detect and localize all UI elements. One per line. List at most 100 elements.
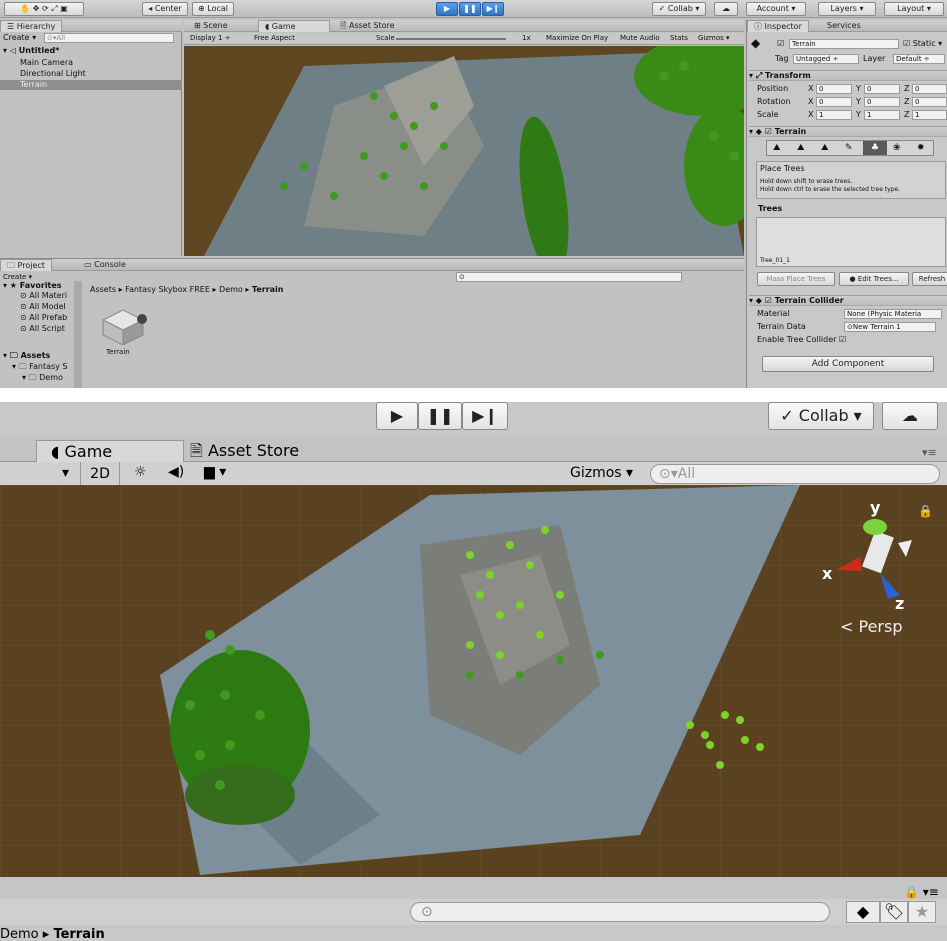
static-toggle[interactable]: ☑ Static ▾ [903, 39, 942, 49]
account-dropdown[interactable]: Account ▾ [746, 2, 806, 16]
transform-tools[interactable]: ✋ ✥ ⟳ ⤢ ▣ [4, 2, 84, 16]
crumb-demo-large[interactable]: Demo [0, 927, 39, 941]
hierarchy-search[interactable]: ⊙▾All [44, 33, 174, 43]
step-button-large[interactable]: ▶❙ [462, 402, 508, 430]
fav-all-materials[interactable]: ⊙ All Materi [20, 291, 67, 301]
pause-button[interactable]: ❚❚ [459, 2, 481, 16]
position-z[interactable]: 0 [912, 84, 947, 94]
layer-dropdown[interactable]: Default ÷ [893, 54, 945, 64]
crumb-terrain[interactable]: Terrain [252, 285, 284, 294]
object-name-field[interactable]: Terrain [789, 39, 899, 49]
play-button-large[interactable]: ▶ [376, 402, 418, 430]
rotation-x[interactable]: 0 [816, 97, 852, 107]
favorite-star-icon[interactable]: ★ [908, 901, 936, 923]
filter-type-icon[interactable]: ◆ [846, 901, 880, 923]
gizmos-dropdown[interactable]: Gizmos ▾ [698, 33, 730, 44]
scene-search-input[interactable]: ⊙▾All [650, 464, 940, 484]
stats-toggle[interactable]: Stats [670, 33, 688, 44]
gizmos-dropdown-large[interactable]: Gizmos ▾ [570, 465, 633, 481]
paint-texture-icon[interactable]: ✎ [845, 141, 853, 155]
mute-audio-toggle[interactable]: Mute Audio [620, 33, 660, 44]
lock-icon[interactable]: 🔒 [918, 504, 933, 518]
smooth-height-icon[interactable]: ⛰ [821, 141, 829, 155]
paint-height-icon[interactable]: ⛰ [797, 141, 805, 155]
tab-console[interactable]: ▭ Console [78, 259, 132, 271]
scene-view-large[interactable]: y x z 🔒 < Persp [0, 485, 947, 877]
assets-folder[interactable]: ▾ 🗀 Assets [3, 351, 50, 361]
hierarchy-item-terrain[interactable]: Terrain [0, 80, 182, 90]
folder-fantasy[interactable]: ▾ 🗀 Fantasy S [12, 362, 68, 372]
hand-tool-icon[interactable]: ✋ [20, 4, 30, 13]
scale-x[interactable]: 1 [816, 110, 852, 120]
material-field[interactable]: None (Physic Materia [844, 309, 942, 319]
project-search-input[interactable]: ⊙ [410, 902, 830, 922]
display-select[interactable]: Display 1 ÷ [190, 33, 231, 44]
filter-label-icon[interactable]: 🏷 [880, 901, 908, 923]
fav-all-models[interactable]: ⊙ All Model [20, 302, 66, 312]
layout-dropdown[interactable]: Layout ▾ [884, 2, 944, 16]
project-search[interactable]: ⊙ [456, 272, 682, 282]
fav-all-scripts[interactable]: ⊙ All Script [20, 324, 65, 334]
tab-project[interactable]: 🗀 Project [0, 259, 52, 271]
collab-button[interactable]: ✓ Collab ▾ [652, 2, 706, 16]
transform-header[interactable]: ▾ ⤢ Transform [749, 70, 947, 81]
favorites-folder[interactable]: ▾ ★ Favorites [3, 281, 62, 291]
play-button[interactable]: ▶ [436, 2, 458, 16]
collab-button-large[interactable]: ✓ Collab ▾ [768, 402, 874, 430]
crumb-terrain-large[interactable]: Terrain [53, 927, 104, 941]
scale-tool-icon[interactable]: ⤢ [51, 4, 57, 13]
tab-inspector[interactable]: ⓘ Inspector [747, 20, 809, 32]
position-y[interactable]: 0 [864, 84, 900, 94]
hierarchy-create[interactable]: Create ▾ [3, 33, 36, 43]
pivot-center-button[interactable]: ◂ Center [142, 2, 188, 16]
tree-list[interactable]: Tree_01_1 [756, 217, 946, 267]
refresh-button[interactable]: Refresh [912, 272, 947, 286]
audio-toggle-icon[interactable]: ◀) [168, 464, 184, 480]
tree-item[interactable]: Tree_01_1 [760, 256, 790, 266]
move-tool-icon[interactable]: ✥ [33, 4, 40, 13]
cloud-button[interactable]: ☁ [714, 2, 738, 16]
hierarchy-item-main-camera[interactable]: Main Camera [20, 58, 73, 68]
rotate-tool-icon[interactable]: ⟳ [42, 4, 49, 13]
panel-menu-icon[interactable]: ▾≡ [922, 446, 937, 459]
crumb-fantasy[interactable]: Fantasy Skybox FREE [125, 285, 210, 294]
tab-game-large[interactable]: ◖ Game [36, 440, 184, 462]
tab-scene[interactable]: ⊞ Scene [188, 20, 234, 32]
place-trees-icon[interactable]: ♣ [863, 141, 887, 155]
aspect-select[interactable]: Free Aspect [254, 33, 295, 44]
lighting-toggle-icon[interactable]: ☼ [134, 464, 147, 480]
layers-dropdown[interactable]: Layers ▾ [818, 2, 876, 16]
folder-demo[interactable]: ▾ 🗀 Demo [22, 373, 63, 383]
step-button[interactable]: ▶❙ [482, 2, 504, 16]
cloud-button-large[interactable]: ☁ [882, 402, 938, 430]
pivot-local-button[interactable]: ⊕ Local [192, 2, 234, 16]
tab-asset-store-large[interactable]: 🗎 Asset Store [190, 440, 299, 462]
lock-icon[interactable]: 🔒 ▾≡ [904, 885, 939, 899]
tab-services[interactable]: Services [821, 20, 867, 32]
paint-details-icon[interactable]: ❀ [893, 141, 901, 155]
persp-label[interactable]: < Persp [840, 617, 903, 636]
draw-mode-dropdown[interactable]: ▾ [62, 465, 69, 481]
raise-terrain-icon[interactable]: ⛰ [773, 141, 781, 155]
tab-asset-store[interactable]: 🗎 Asset Store [334, 20, 401, 32]
edit-trees-button[interactable]: ● Edit Trees... [839, 272, 909, 286]
terrain-asset[interactable]: Terrain [98, 305, 148, 356]
rect-tool-icon[interactable]: ▣ [60, 4, 68, 13]
terrain-settings-icon[interactable]: ✹ [917, 141, 925, 155]
tab-hierarchy[interactable]: ☰ Hierarchy [0, 20, 63, 32]
position-x[interactable]: 0 [816, 84, 852, 94]
scale-slider[interactable] [396, 38, 506, 40]
maximize-on-play-toggle[interactable]: Maximize On Play [546, 33, 608, 44]
terrain-collider-header[interactable]: ▾ ◆ ☑ Terrain Collider [749, 295, 947, 306]
rotation-y[interactable]: 0 [864, 97, 900, 107]
project-scrollbar[interactable] [74, 281, 82, 388]
rotation-z[interactable]: 0 [912, 97, 947, 107]
scale-z[interactable]: 1 [912, 110, 947, 120]
game-view-top[interactable] [184, 46, 744, 256]
add-component-button[interactable]: Add Component [762, 356, 934, 372]
enable-tree-collider[interactable]: Enable Tree Collider ☑ [757, 335, 846, 345]
toggle-2d[interactable]: 2D [80, 462, 120, 486]
mass-place-trees-button[interactable]: Mass Place Trees [757, 272, 835, 286]
scale-y[interactable]: 1 [864, 110, 900, 120]
effects-toggle-icon[interactable]: ▆ ▾ [204, 464, 226, 480]
